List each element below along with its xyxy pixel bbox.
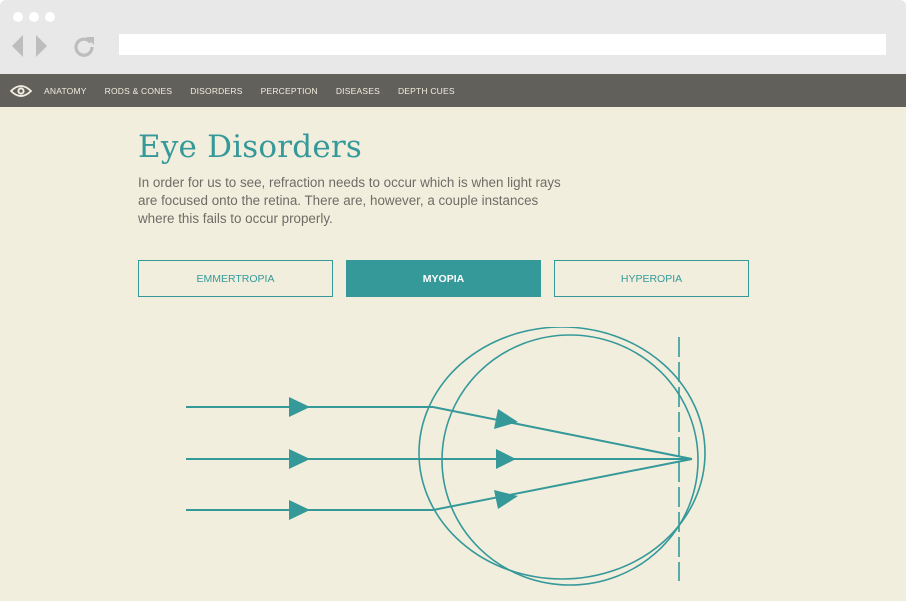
nav-item-depth-cues[interactable]: DEPTH CUES	[398, 86, 455, 96]
site-nav: ANATOMY RODS & CONES DISORDERS PERCEPTIO…	[0, 74, 906, 107]
refracted-arrow-bottom	[494, 490, 518, 509]
tab-hyperopia[interactable]: HYPEROPIA	[554, 260, 749, 297]
refracted-arrow-top	[494, 409, 518, 429]
forward-arrow-icon[interactable]	[36, 35, 47, 57]
browser-nav-arrows	[12, 35, 47, 57]
eye-icon[interactable]	[10, 83, 32, 99]
reload-icon[interactable]	[72, 34, 96, 58]
window-controls	[13, 12, 55, 22]
ray-arrow-top	[289, 397, 310, 417]
close-window-dot[interactable]	[13, 12, 23, 22]
nav-item-disorders[interactable]: DISORDERS	[190, 86, 242, 96]
main-content: Eye Disorders In order for us to see, re…	[0, 107, 906, 601]
nav-item-perception[interactable]: PERCEPTION	[261, 86, 318, 96]
disorder-tabs: EMMERTROPIA MYOPIA HYPEROPIA	[138, 260, 750, 297]
browser-chrome	[0, 0, 906, 74]
page-title: Eye Disorders	[138, 129, 363, 165]
address-bar[interactable]	[119, 34, 886, 55]
refracted-ray-bottom	[432, 458, 693, 511]
nav-item-diseases[interactable]: DISEASES	[336, 86, 380, 96]
ray-arrow-bottom	[289, 500, 310, 520]
tab-myopia[interactable]: MYOPIA	[346, 260, 541, 297]
back-arrow-icon[interactable]	[12, 35, 23, 57]
intro-paragraph: In order for us to see, refraction needs…	[138, 175, 561, 226]
myopia-diagram	[186, 327, 706, 586]
nav-item-rods-cones[interactable]: RODS & CONES	[105, 86, 173, 96]
refracted-arrow-middle	[496, 449, 516, 469]
refracted-ray-top	[432, 406, 693, 460]
tab-emmertropia[interactable]: EMMERTROPIA	[138, 260, 333, 297]
ray-arrow-middle	[289, 449, 310, 469]
maximize-window-dot[interactable]	[45, 12, 55, 22]
nav-item-anatomy[interactable]: ANATOMY	[44, 86, 87, 96]
minimize-window-dot[interactable]	[29, 12, 39, 22]
